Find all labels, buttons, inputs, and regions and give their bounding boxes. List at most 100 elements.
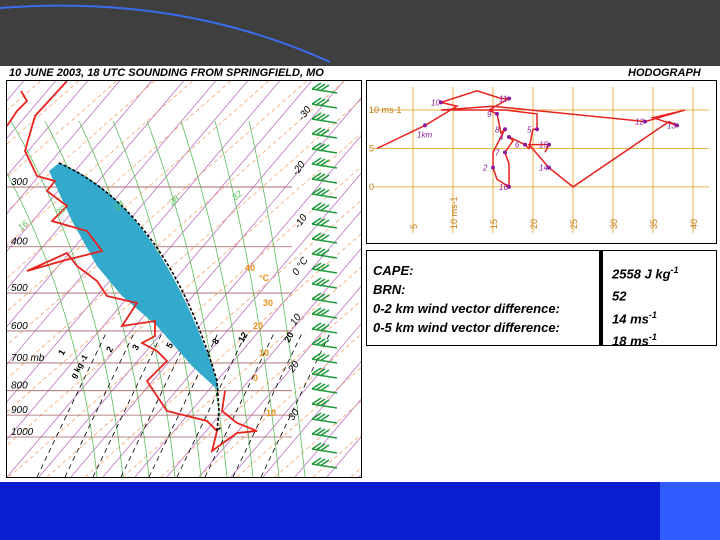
- hodo-x-tick-label: 5: [409, 224, 419, 229]
- hodograph-panel: 5 10 ms-1 15 20 25 30 35 40 0 5 10 ms-1 1km 10 11 9 8 2 1…: [366, 80, 717, 244]
- isotherm-line: [7, 81, 346, 379]
- pressure-label: 1000: [11, 427, 34, 438]
- hodo-y-tick-label: 5: [369, 143, 374, 153]
- isotherm-line: [7, 99, 361, 413]
- moist-temp-label: 40: [245, 263, 255, 273]
- skewt-chart: 300400500600700 mb8009001000-30-20-100 °…: [7, 81, 361, 477]
- stat-value-cape: 2558 J kg-1: [612, 265, 679, 282]
- pressure-label: 500: [11, 283, 28, 294]
- temperature-profile-upper: [7, 90, 29, 127]
- hodo-point: [523, 142, 527, 147]
- hodo-point-label: 5: [527, 125, 532, 134]
- isotherm-label: -30: [296, 104, 314, 123]
- moist-temp-label: 0: [253, 373, 258, 383]
- hodo-point-label: 15: [539, 141, 548, 150]
- skewt-panel: 300 400 500 600 700 mb 800 900 1000 -30 -20 -10 0 °…: [6, 80, 362, 478]
- moist-temp-label: 10: [259, 348, 269, 358]
- wind-barb: [311, 172, 338, 184]
- hodo-point-label: 7: [495, 148, 500, 157]
- hodo-point-label: 12: [635, 118, 644, 127]
- dry-adiabat: [7, 81, 56, 139]
- wind-barb: [311, 367, 338, 379]
- hodo-point-label: 13: [667, 121, 676, 130]
- isotherm-line: [7, 81, 42, 112]
- stats-labels: CAPE: BRN: 0-2 km wind vector difference…: [373, 261, 560, 337]
- top-band-arc: [0, 4, 331, 63]
- stat-label-0-5km: 0-5 km wind vector difference:: [373, 320, 560, 335]
- wind-barb: [311, 352, 338, 364]
- pressure-label: 900: [11, 405, 28, 416]
- wind-barb: [311, 127, 338, 139]
- wind-barb: [311, 157, 338, 169]
- bottom-corner-square: [660, 482, 720, 540]
- hodo-x-tick-label: 10 ms-1: [449, 196, 459, 229]
- dry-adiabat: [262, 361, 361, 477]
- dry-adiabat: [358, 474, 361, 477]
- stat-value-0-2km: 14 ms-1: [612, 309, 657, 326]
- isotherm-line: [7, 81, 10, 477]
- wind-barb: [311, 232, 338, 244]
- hodo-point-label: 9: [487, 110, 492, 119]
- wind-barb: [311, 442, 338, 454]
- top-band: [0, 0, 720, 66]
- mixing-ratio-label: 1: [56, 348, 67, 357]
- moist-temp-label: 30: [263, 298, 273, 308]
- mixing-ratio-unit-label: g kg -1: [69, 353, 90, 380]
- hodo-point: [507, 96, 511, 101]
- hodo-point-label: 16: [499, 183, 508, 192]
- sounding-title: 10 JUNE 2003, 18 UTC SOUNDING FROM SPRIN…: [9, 67, 324, 79]
- hodo-point: [503, 127, 507, 132]
- moist-temp-label: 20: [253, 321, 263, 331]
- wind-barb: [311, 457, 338, 469]
- stat-label-cape: CAPE:: [373, 263, 414, 278]
- pressure-label: 400: [11, 237, 28, 248]
- hodograph-title: HODOGRAPH: [628, 67, 701, 79]
- wind-barb: [311, 247, 338, 259]
- hodo-point: [503, 150, 507, 155]
- hodo-point-label: 14: [539, 164, 548, 173]
- stats-table: CAPE: BRN: 0-2 km wind vector difference…: [366, 250, 717, 348]
- theta-e-label: 28: [166, 193, 181, 208]
- isotherm-line: [350, 467, 361, 477]
- hodo-point: [491, 165, 495, 170]
- hodo-point-label: 10: [431, 98, 440, 107]
- mixing-ratio-line: [92, 330, 164, 477]
- mixing-ratio-label: 2: [104, 345, 115, 354]
- mixing-ratio-line: [36, 330, 108, 477]
- hodo-point: [495, 111, 499, 116]
- theta-e-label: 16: [16, 218, 30, 232]
- stat-value-0-5km: 18 ms-1: [612, 331, 657, 349]
- stat-label-0-2km: 0-2 km wind vector difference:: [373, 301, 560, 316]
- wind-barb: [311, 202, 338, 214]
- isotherm-line: [198, 333, 361, 477]
- pressure-label: 600: [11, 321, 28, 332]
- hodo-x-tick-label: 15: [489, 219, 499, 229]
- bottom-band: [0, 482, 720, 540]
- wind-barb: [311, 322, 338, 334]
- mixing-ratio-label: 20: [282, 330, 296, 344]
- wind-barb: [311, 397, 338, 409]
- hodo-y-tick-label: 10 ms-1: [369, 105, 402, 115]
- isotherm-line: [7, 132, 361, 446]
- hodo-point: [423, 123, 427, 128]
- hodo-x-tick-label: 30: [609, 219, 619, 229]
- hodo-point: [535, 127, 539, 132]
- stat-value-brn: 52: [612, 288, 627, 304]
- hodo-point-label: 6: [515, 141, 520, 150]
- moist-temp-label: °C: [259, 273, 270, 283]
- mixing-ratio-label: 3: [130, 343, 141, 352]
- hodo-x-tick-label: 35: [649, 219, 659, 229]
- stats-divider: [599, 251, 603, 345]
- hodo-point-label: 4: [499, 133, 504, 142]
- pressure-label: 300: [11, 177, 28, 188]
- isotherm-label: 0 °C: [290, 255, 311, 278]
- dry-adiabat: [326, 436, 361, 477]
- dry-adiabat: [198, 285, 361, 477]
- hodo-point-label: 2: [482, 164, 488, 173]
- hodo-x-tick-label: 40: [689, 219, 699, 229]
- wind-barb: [311, 307, 338, 319]
- hodograph-chart: 5 10 ms-1 15 20 25 30 35 400510 ms-11km10 119821…: [369, 87, 709, 233]
- stat-label-brn: BRN:: [373, 282, 406, 297]
- isotherm-label: -10: [292, 212, 310, 231]
- wind-barb: [311, 112, 338, 124]
